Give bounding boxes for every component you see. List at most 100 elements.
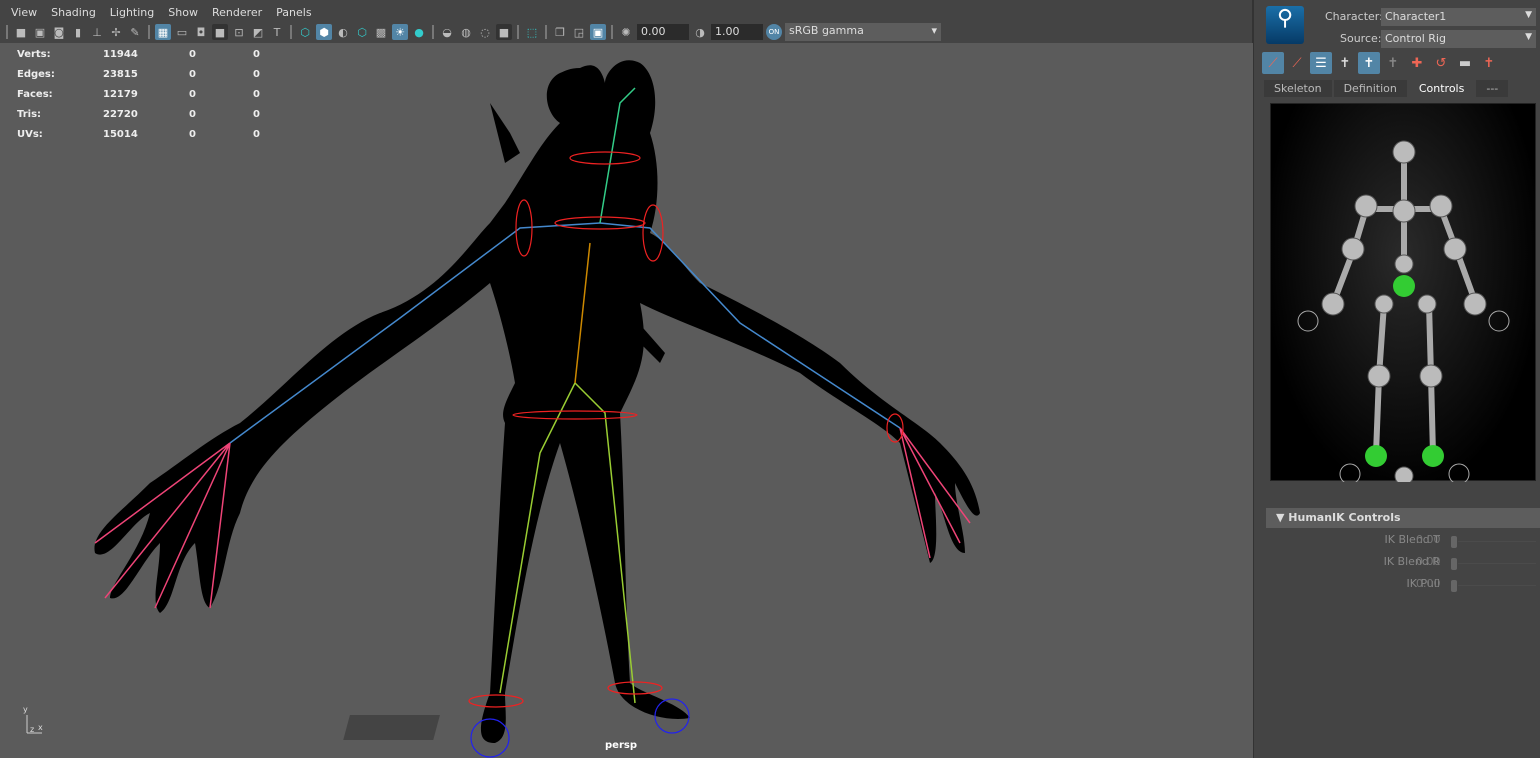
stats-row-verts: Verts: 11944 0 0	[17, 44, 260, 64]
show-skeleton-icon[interactable]: ☰	[1310, 52, 1332, 74]
body-part-icon[interactable]: ✝	[1358, 52, 1380, 74]
menu-panels[interactable]: Panels	[269, 4, 318, 22]
source-value: Control Rig	[1385, 32, 1446, 45]
motion-blur-icon[interactable]: ◲	[571, 24, 587, 40]
use-all-lights-icon[interactable]: ☀	[392, 24, 408, 40]
stat-label: Edges:	[17, 68, 55, 80]
exposure-field[interactable]: 0.00	[637, 24, 689, 40]
stat-value: 11944	[103, 48, 138, 60]
show-ik-icon[interactable]: ⟋	[1286, 52, 1308, 74]
slider-track[interactable]	[1458, 585, 1536, 586]
heads-up-poly-count: Verts: 11944 0 0 Edges: 23815 0 0 Faces: 12179 0…	[17, 44, 260, 144]
character-value: Character1	[1385, 10, 1447, 23]
humanik-toolbar: ⟋ ⟋ ☰ ✝ ✝ ✝ ✚ ↺ ▬ ✝	[1262, 52, 1500, 74]
xray-icon[interactable]: ◒	[439, 24, 455, 40]
pivot-icon[interactable]: ✢	[108, 24, 124, 40]
safe-title-icon[interactable]: T	[269, 24, 285, 40]
humanik-tabs: Skeleton Definition Controls ---	[1264, 80, 1509, 97]
shadows-icon[interactable]: ●	[411, 24, 427, 40]
tab-definition[interactable]: Definition	[1333, 80, 1407, 97]
show-fk-icon[interactable]: ⟋	[1262, 52, 1284, 74]
isolate-select-icon[interactable]: ⬚	[524, 24, 540, 40]
humanik-panel: ⚲ Character: Character1 ▼ Source: Control…	[1258, 0, 1540, 758]
ik-blend-t-row: IK Blend T 0.00	[1258, 533, 1540, 551]
source-dropdown[interactable]: Control Rig ▼	[1381, 30, 1536, 48]
divider	[611, 25, 613, 39]
stats-row-faces: Faces: 12179 0 0	[17, 84, 260, 104]
axis-y-label: y	[23, 705, 28, 714]
character-dropdown[interactable]: Character1 ▼	[1381, 8, 1536, 26]
wireframe-icon[interactable]: ⬡	[297, 24, 313, 40]
unpin-icon[interactable]: ▬	[1454, 52, 1476, 74]
humanik-controls-section-header[interactable]: ▼ HumanIK Controls	[1266, 508, 1540, 528]
humanik-logo-icon: ⚲	[1276, 6, 1294, 31]
view-transform-dropdown[interactable]: sRGB gamma ▾	[785, 23, 941, 41]
gamma-field[interactable]: 1.00	[711, 24, 763, 40]
default-material-icon[interactable]: ◐	[335, 24, 351, 40]
field-chart-icon[interactable]: ⊡	[231, 24, 247, 40]
ground-grid	[343, 715, 440, 740]
ambient-occlusion-icon[interactable]: ■	[496, 24, 512, 40]
image-plane-icon[interactable]: ⊥	[89, 24, 105, 40]
textured-icon[interactable]: ▩	[373, 24, 389, 40]
smooth-shade-icon[interactable]: ⬢	[316, 24, 332, 40]
stat-value: 12179	[103, 88, 138, 100]
stat-value: 0	[253, 88, 260, 100]
viewport-panel: View Shading Lighting Show Renderer Pane…	[0, 0, 1254, 758]
stat-value: 15014	[103, 128, 138, 140]
safe-action-icon[interactable]: ◩	[250, 24, 266, 40]
camera-attributes-icon[interactable]: ◙	[51, 24, 67, 40]
stat-value: 0	[253, 48, 260, 60]
ik-blend-r-row: IK Blend R 0.00	[1258, 555, 1540, 573]
menu-renderer[interactable]: Renderer	[205, 4, 269, 22]
film-gate-icon[interactable]: ▭	[174, 24, 190, 40]
full-body-icon[interactable]: ✝	[1334, 52, 1356, 74]
screen-space-icon[interactable]: ▣	[590, 24, 606, 40]
menu-show[interactable]: Show	[161, 4, 205, 22]
stat-value: 0	[189, 108, 196, 120]
xray-joints-icon[interactable]: ◍	[458, 24, 474, 40]
stat-value: 0	[253, 68, 260, 80]
3d-viewport[interactable]: Verts: 11944 0 0 Edges: 23815 0 0 Faces: 12179 0…	[0, 43, 1253, 758]
ik-pull-field[interactable]: 0.00	[1416, 577, 1441, 590]
slider-handle[interactable]	[1451, 558, 1457, 570]
multisample-icon[interactable]: ❐	[552, 24, 568, 40]
stat-label: Tris:	[17, 108, 42, 120]
slider-handle[interactable]	[1451, 580, 1457, 592]
gate-mask-icon[interactable]: ■	[212, 24, 228, 40]
camera-icon[interactable]: ■	[13, 24, 29, 40]
stats-row-edges: Edges: 23815 0 0	[17, 64, 260, 84]
slider-track[interactable]	[1458, 563, 1536, 564]
stance-pose-icon[interactable]: ✝	[1478, 52, 1500, 74]
color-management-toggle[interactable]: ON	[766, 24, 782, 40]
menu-view[interactable]: View	[4, 4, 44, 22]
viewport-menubar: View Shading Lighting Show Renderer Pane…	[4, 4, 319, 22]
divider	[517, 25, 519, 39]
tab-controls[interactable]: Controls	[1408, 80, 1475, 97]
view-transform-value: sRGB gamma	[789, 24, 864, 37]
wireframe-on-shaded-icon[interactable]: ⬡	[354, 24, 370, 40]
chevron-down-icon: ▾	[931, 24, 937, 37]
slider-track[interactable]	[1458, 541, 1536, 542]
lock-camera-icon[interactable]: ▣	[32, 24, 48, 40]
tab-skeleton[interactable]: Skeleton	[1264, 80, 1332, 97]
menu-shading[interactable]: Shading	[44, 4, 103, 22]
tab-more[interactable]: ---	[1476, 80, 1509, 97]
grid-icon[interactable]: ▦	[155, 24, 171, 40]
chevron-down-icon: ▼	[1525, 10, 1532, 20]
grease-pencil-icon[interactable]: ✎	[127, 24, 143, 40]
slider-handle[interactable]	[1451, 536, 1457, 548]
resolution-gate-icon[interactable]: ◘	[193, 24, 209, 40]
section-title: HumanIK Controls	[1288, 511, 1401, 524]
ik-blend-t-field[interactable]: 0.00	[1416, 533, 1441, 546]
gamma-icon: ◑	[695, 25, 705, 39]
ik-blend-r-field[interactable]: 0.00	[1416, 555, 1441, 568]
xray-components-icon[interactable]: ◌	[477, 24, 493, 40]
pin-rotate-icon[interactable]: ↺	[1430, 52, 1452, 74]
bookmark-icon[interactable]: ▮	[70, 24, 86, 40]
character-controls-figure[interactable]	[1270, 103, 1536, 486]
pin-translate-icon[interactable]: ✚	[1406, 52, 1428, 74]
humanik-menu-button[interactable]: ⚲	[1266, 6, 1304, 44]
selection-icon[interactable]: ✝	[1382, 52, 1404, 74]
menu-lighting[interactable]: Lighting	[103, 4, 161, 22]
